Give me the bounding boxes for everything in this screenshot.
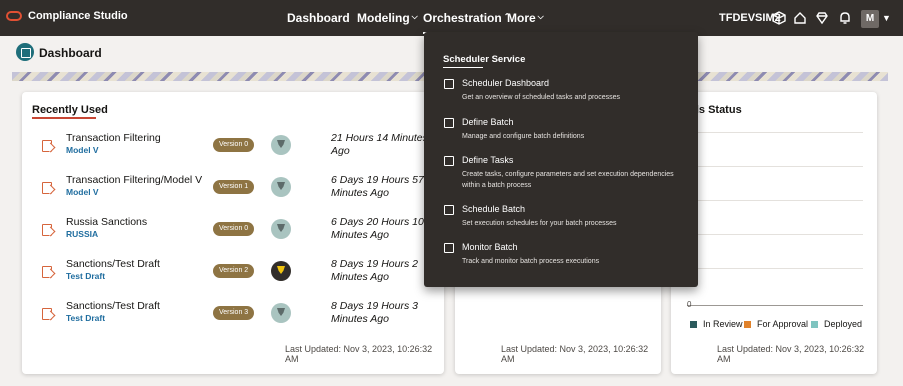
legend-label: Deployed — [824, 319, 863, 329]
item-time: 8 Days 19 Hours 3 Minutes Ago — [331, 300, 418, 325]
list-item[interactable]: Transaction Filtering Model V Version 0 … — [22, 132, 442, 172]
trophy-icon — [271, 219, 291, 239]
gridline — [687, 200, 863, 201]
menu-item-desc: Manage and configure batch definitions — [462, 133, 585, 140]
list-item[interactable]: Sanctions/Test Draft Test Draft Version … — [22, 258, 442, 298]
menu-item-desc: Track and monitor batch process executio… — [462, 258, 600, 265]
item-sub[interactable]: Test Draft — [66, 313, 105, 323]
last-updated: Last Updated: Nov 3, 2023, 10:26:32 AM — [285, 344, 433, 364]
menu-item-title: Scheduler Dashboard — [462, 78, 550, 88]
list-item[interactable]: Transaction Filtering/Model V Model V Ve… — [22, 174, 442, 214]
legend-swatch — [811, 320, 818, 328]
list-item[interactable]: Sanctions/Test Draft Test Draft Version … — [22, 300, 442, 340]
nav-dashboard[interactable]: Dashboard — [287, 11, 350, 25]
card-title: Recently Used — [32, 104, 108, 116]
item-name[interactable]: Sanctions/Test Draft — [66, 300, 160, 312]
models-status-card: dels Status 0 In Review For Approval Dep… — [671, 92, 877, 374]
version-badge: Version 0 — [213, 138, 255, 152]
item-sub[interactable]: Model V — [66, 145, 99, 155]
title-underline — [32, 117, 96, 119]
legend-for-approval[interactable]: For Approval — [744, 319, 808, 329]
item-sub[interactable]: Test Draft — [66, 271, 105, 281]
model-link-icon — [42, 140, 52, 152]
item-sub[interactable]: RUSSIA — [66, 229, 98, 239]
bell-icon[interactable] — [838, 11, 852, 25]
monitor-icon — [444, 243, 454, 253]
item-sub[interactable]: Model V — [66, 187, 99, 197]
nav-more-label: More — [507, 11, 536, 25]
nav-modeling[interactable]: Modeling ⌵ — [357, 11, 418, 25]
menu-item-title: Monitor Batch — [462, 242, 518, 252]
legend-label: In Review — [703, 319, 743, 329]
model-link-icon — [42, 182, 52, 194]
oracle-logo-icon — [6, 11, 22, 21]
gridline — [687, 234, 863, 235]
legend-label: For Approval — [757, 319, 809, 329]
item-name[interactable]: Sanctions/Test Draft — [66, 258, 160, 270]
app-name: Compliance Studio — [28, 10, 128, 22]
cube-icon[interactable] — [772, 11, 786, 25]
layers-icon — [444, 118, 454, 128]
menu-item-title: Schedule Batch — [462, 204, 526, 214]
chevron-down-icon: ⌵ — [537, 12, 544, 21]
model-link-icon — [42, 224, 52, 236]
last-updated: Last Updated: Nov 3, 2023, 10:26:32 AM — [717, 344, 865, 364]
legend-deployed[interactable]: Deployed — [811, 319, 862, 329]
item-name[interactable]: Transaction Filtering/Model V — [66, 174, 202, 186]
y-zero-label: 0 — [687, 300, 692, 309]
nav-more[interactable]: More ⌵ — [507, 11, 544, 25]
x-axis — [687, 305, 863, 306]
version-badge: Version 2 — [213, 264, 255, 278]
dashboard-icon — [16, 43, 34, 61]
item-name[interactable]: Transaction Filtering — [66, 132, 161, 144]
legend-in-review[interactable]: In Review — [690, 319, 743, 329]
diamond-icon[interactable] — [815, 11, 829, 25]
chevron-down-icon: ⌵ — [411, 12, 418, 21]
version-badge: Version 3 — [213, 306, 255, 320]
brand[interactable]: Compliance Studio — [6, 10, 128, 22]
menu-item-title: Define Batch — [462, 117, 514, 127]
gridline — [687, 166, 863, 167]
calendar-icon — [444, 205, 454, 215]
document-icon — [444, 156, 454, 166]
legend-swatch — [744, 320, 751, 328]
nav-orchestration[interactable]: Orchestration ⌃ — [423, 11, 511, 34]
menu-item-define-tasks[interactable]: Define Tasks Create tasks, configure par… — [424, 155, 698, 195]
menu-item-define-batch[interactable]: Define Batch Manage and configure batch … — [424, 117, 698, 153]
menu-item-title: Define Tasks — [462, 155, 514, 165]
gridline — [687, 132, 863, 133]
home-icon[interactable] — [793, 11, 807, 25]
version-badge: Version 0 — [213, 222, 255, 236]
list-item[interactable]: Russia Sanctions RUSSIA Version 0 6 Days… — [22, 216, 442, 256]
top-bar: Compliance Studio Dashboard Modeling ⌵ Or… — [0, 0, 903, 36]
model-link-icon — [42, 266, 52, 278]
trophy-icon — [271, 135, 291, 155]
orchestration-menu: Scheduler Service Scheduler Dashboard Ge… — [424, 32, 698, 287]
menu-item-scheduler-dashboard[interactable]: Scheduler Dashboard Get an overview of s… — [424, 78, 698, 114]
menu-item-desc: Get an overview of scheduled tasks and p… — [462, 94, 620, 101]
menu-item-schedule-batch[interactable]: Schedule Batch Set execution schedules f… — [424, 204, 698, 240]
dashboard-icon — [444, 79, 454, 89]
menu-item-desc: Set execution schedules for your batch p… — [462, 220, 617, 227]
trophy-icon — [271, 177, 291, 197]
gridline — [687, 268, 863, 269]
user-avatar[interactable]: M — [861, 10, 879, 28]
menu-item-desc: Create tasks, configure parameters and s… — [462, 171, 674, 189]
nav-orchestration-label: Orchestration — [423, 11, 502, 25]
menu-header-underline — [443, 67, 483, 68]
version-badge: Version 1 — [213, 180, 255, 194]
menu-item-monitor-batch[interactable]: Monitor Batch Track and monitor batch pr… — [424, 242, 698, 278]
trophy-icon — [271, 261, 291, 281]
legend-swatch — [690, 320, 697, 328]
trophy-icon — [271, 303, 291, 323]
nav-modeling-label: Modeling — [357, 11, 410, 25]
last-updated: Last Updated: Nov 3, 2023, 10:26:32 AM — [501, 344, 649, 364]
caret-down-icon[interactable]: ▼ — [882, 13, 891, 23]
item-name[interactable]: Russia Sanctions — [66, 216, 147, 228]
menu-header: Scheduler Service — [443, 54, 526, 65]
model-link-icon — [42, 308, 52, 320]
page-title: Dashboard — [39, 46, 102, 60]
recently-used-card: Recently Used Transaction Filtering Mode… — [22, 92, 444, 374]
